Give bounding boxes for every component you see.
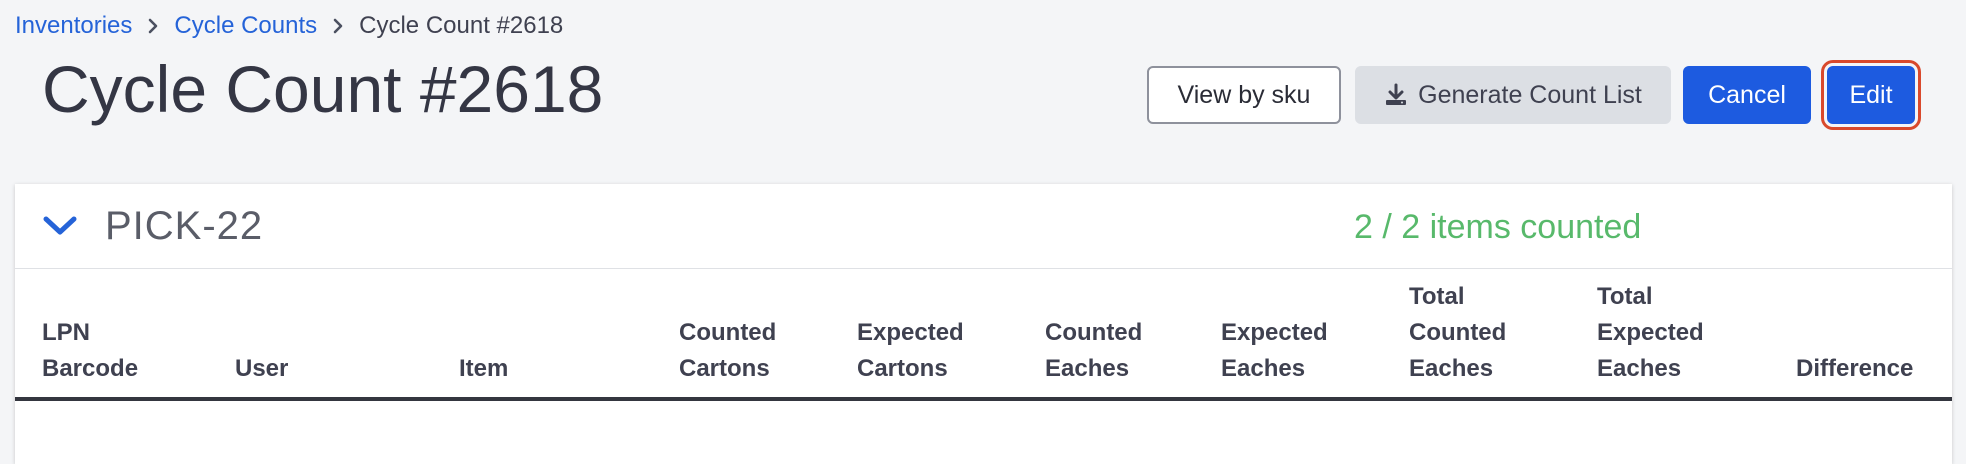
column-header-lpn-barcode[interactable]: LPN Barcode [42, 269, 235, 401]
column-header-item[interactable]: Item [459, 269, 679, 401]
chevron-down-icon[interactable] [41, 214, 79, 243]
column-header-user[interactable]: User [235, 269, 459, 401]
breadcrumb-current: Cycle Count #2618 [359, 12, 564, 39]
generate-count-list-label: Generate Count List [1418, 80, 1642, 109]
column-header-counted-eaches[interactable]: Counted Eaches [1045, 269, 1221, 401]
column-header-total-counted-eaches[interactable]: Total Counted Eaches [1409, 269, 1597, 401]
column-header-expected-cartons[interactable]: Expected Cartons [857, 269, 1045, 401]
download-icon [1384, 83, 1408, 107]
chevron-right-icon [148, 18, 158, 34]
count-table: LPN Barcode User Item Counted Cartons Ex… [15, 269, 1952, 401]
breadcrumb-link-inventories[interactable]: Inventories [15, 12, 132, 40]
breadcrumb-link-cycle-counts[interactable]: Cycle Counts [174, 12, 317, 40]
page-title: Cycle Count #2618 [42, 52, 604, 126]
location-panel-header[interactable]: PICK-22 2 / 2 items counted [15, 184, 1952, 269]
breadcrumb: Inventories Cycle Counts Cycle Count #26… [15, 12, 563, 40]
column-header-expected-eaches[interactable]: Expected Eaches [1221, 269, 1409, 401]
edit-button[interactable]: Edit [1827, 66, 1915, 124]
view-by-sku-button[interactable]: View by sku [1147, 66, 1341, 124]
generate-count-list-button[interactable]: Generate Count List [1355, 66, 1671, 124]
column-header-total-expected-eaches[interactable]: Total Expected Eaches [1597, 269, 1796, 401]
column-header-counted-cartons[interactable]: Counted Cartons [679, 269, 857, 401]
location-panel: PICK-22 2 / 2 items counted LPN Barcode [15, 184, 1952, 464]
table-gutter [15, 269, 42, 401]
table-header-row: LPN Barcode User Item Counted Cartons Ex… [15, 269, 1952, 401]
cancel-button[interactable]: Cancel [1683, 66, 1811, 124]
page-actions: View by sku Generate Count List Cancel E… [1147, 60, 1921, 130]
edit-button-highlight: Edit [1821, 60, 1921, 130]
column-header-difference[interactable]: Difference [1796, 269, 1952, 401]
location-name: PICK-22 [105, 204, 264, 248]
chevron-right-icon [333, 18, 343, 34]
count-status: 2 / 2 items counted [1354, 208, 1642, 246]
